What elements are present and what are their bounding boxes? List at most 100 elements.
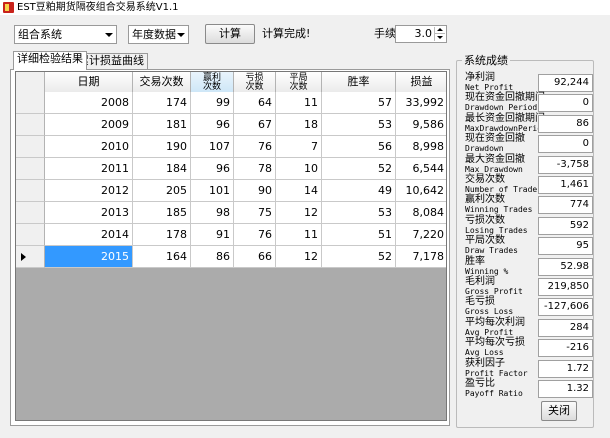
col-header-win-rate[interactable]: 胜率 xyxy=(322,72,396,94)
cell-wins[interactable]: 91 xyxy=(191,224,234,246)
cell-losses[interactable]: 90 xyxy=(234,180,276,202)
spin-up-icon[interactable] xyxy=(434,27,445,34)
cell-pnl[interactable]: 9,586 xyxy=(396,114,446,136)
row-header[interactable] xyxy=(16,246,45,268)
cell-draws[interactable]: 10 xyxy=(276,158,322,180)
metric-label: 胜率 Winning % xyxy=(465,255,508,277)
row-header[interactable] xyxy=(16,180,45,202)
col-header-trades[interactable]: 交易次数 xyxy=(133,72,191,94)
cell-win-rate[interactable]: 57 xyxy=(322,92,396,114)
metric-label-zh: 现在资金回撤 xyxy=(465,133,525,145)
metric-label: 净利润 Net Profit xyxy=(465,73,513,93)
metric-label-zh: 获利因子 xyxy=(465,357,505,369)
metric-label: 平均每次利润 Avg Profit xyxy=(465,317,525,338)
cell-losses[interactable]: 76 xyxy=(234,136,276,158)
cell-year[interactable]: 2014 xyxy=(45,224,133,246)
col-header-wins[interactable]: 赢利 次数 xyxy=(191,72,234,94)
metric-value: 0 xyxy=(538,135,593,154)
cell-draws[interactable]: 7 xyxy=(276,136,322,158)
metric-label-zh: 平均每次亏损 xyxy=(465,337,525,349)
cell-draws[interactable]: 11 xyxy=(276,92,322,114)
metric-label-zh: 最长资金回撤期间 xyxy=(465,112,545,124)
compute-button[interactable]: 计算 xyxy=(205,24,255,44)
cell-wins[interactable]: 107 xyxy=(191,136,234,158)
cell-wins[interactable]: 101 xyxy=(191,180,234,202)
current-row-pointer-icon xyxy=(21,253,26,261)
cell-year[interactable]: 2015 xyxy=(45,246,133,268)
system-select[interactable]: 组合系统 xyxy=(14,25,117,44)
col-header-pnl[interactable]: 损益 xyxy=(396,72,446,94)
cell-year[interactable]: 2011 xyxy=(45,158,133,180)
cell-draws[interactable]: 18 xyxy=(276,114,322,136)
title-bar: EST豆粕期货隔夜组合交易系统V1.1 xyxy=(0,0,610,15)
cell-win-rate[interactable]: 53 xyxy=(322,202,396,224)
cell-losses[interactable]: 64 xyxy=(234,92,276,114)
cell-pnl[interactable]: 8,084 xyxy=(396,202,446,224)
results-table[interactable]: 日期 交易次数 赢利 次数 亏损 次数 平局 次数 胜率 损益 2008 174 99 64… xyxy=(15,71,447,421)
col-header-losses[interactable]: 亏损 次数 xyxy=(234,72,276,94)
row-header[interactable] xyxy=(16,92,45,114)
metric-label-zh: 赢利次数 xyxy=(465,194,505,206)
cell-year[interactable]: 2008 xyxy=(45,92,133,114)
cell-draws[interactable]: 12 xyxy=(276,202,322,224)
app-icon xyxy=(3,2,14,13)
cell-losses[interactable]: 78 xyxy=(234,158,276,180)
cell-year[interactable]: 2013 xyxy=(45,202,133,224)
cell-pnl[interactable]: 10,642 xyxy=(396,180,446,202)
cell-pnl[interactable]: 8,998 xyxy=(396,136,446,158)
cell-win-rate[interactable]: 52 xyxy=(322,158,396,180)
cell-trades[interactable]: 164 xyxy=(133,246,191,268)
metric-label: 获利因子 Profit Factor xyxy=(465,357,528,379)
cell-losses[interactable]: 66 xyxy=(234,246,276,268)
cell-trades[interactable]: 184 xyxy=(133,158,191,180)
period-select[interactable]: 年度数据 xyxy=(128,25,189,44)
row-header[interactable] xyxy=(16,202,45,224)
tab-detail-results[interactable]: 详细检验结果 xyxy=(13,51,87,70)
status-text: 计算完成! xyxy=(262,27,311,40)
metric-label: 现在资金回撤期间 Drawdown Period xyxy=(465,93,545,113)
spin-down-icon[interactable] xyxy=(434,34,445,41)
cell-wins[interactable]: 86 xyxy=(191,246,234,268)
cell-draws[interactable]: 12 xyxy=(276,246,322,268)
cell-wins[interactable]: 96 xyxy=(191,114,234,136)
cell-losses[interactable]: 76 xyxy=(234,224,276,246)
metric-label: 最大资金回撤 Max Drawdown xyxy=(465,154,525,175)
cell-trades[interactable]: 178 xyxy=(133,224,191,246)
cell-trades[interactable]: 190 xyxy=(133,136,191,158)
metric-value: 1.72 xyxy=(538,359,593,378)
cell-win-rate[interactable]: 56 xyxy=(322,136,396,158)
cell-year[interactable]: 2010 xyxy=(45,136,133,158)
cell-pnl[interactable]: 7,178 xyxy=(396,246,446,268)
cell-win-rate[interactable]: 49 xyxy=(322,180,396,202)
metric-label: 毛利润 Gross Profit xyxy=(465,277,523,297)
cell-pnl[interactable]: 7,220 xyxy=(396,224,446,246)
cell-wins[interactable]: 98 xyxy=(191,202,234,224)
cell-pnl[interactable]: 33,992 xyxy=(396,92,446,114)
cell-trades[interactable]: 181 xyxy=(133,114,191,136)
close-button[interactable]: 关闭 xyxy=(541,401,577,421)
row-header[interactable] xyxy=(16,114,45,136)
cell-draws[interactable]: 14 xyxy=(276,180,322,202)
cell-losses[interactable]: 75 xyxy=(234,202,276,224)
cell-win-rate[interactable]: 52 xyxy=(322,246,396,268)
cell-win-rate[interactable]: 51 xyxy=(322,224,396,246)
metric-label-zh: 胜率 xyxy=(465,255,485,267)
row-header[interactable] xyxy=(16,224,45,246)
cell-year[interactable]: 2009 xyxy=(45,114,133,136)
cell-trades[interactable]: 185 xyxy=(133,202,191,224)
cell-wins[interactable]: 99 xyxy=(191,92,234,114)
col-header-date[interactable]: 日期 xyxy=(45,72,133,94)
row-header[interactable] xyxy=(16,136,45,158)
cell-trades[interactable]: 205 xyxy=(133,180,191,202)
cell-trades[interactable]: 174 xyxy=(133,92,191,114)
cell-win-rate[interactable]: 53 xyxy=(322,114,396,136)
cell-pnl[interactable]: 6,544 xyxy=(396,158,446,180)
col-header-draws[interactable]: 平局 次数 xyxy=(276,72,322,94)
cell-losses[interactable]: 67 xyxy=(234,114,276,136)
cell-draws[interactable]: 11 xyxy=(276,224,322,246)
cell-wins[interactable]: 96 xyxy=(191,158,234,180)
fee-stepper[interactable]: 3.0 xyxy=(395,25,447,43)
metric-value: 284 xyxy=(538,318,593,337)
row-header[interactable] xyxy=(16,158,45,180)
cell-year[interactable]: 2012 xyxy=(45,180,133,202)
